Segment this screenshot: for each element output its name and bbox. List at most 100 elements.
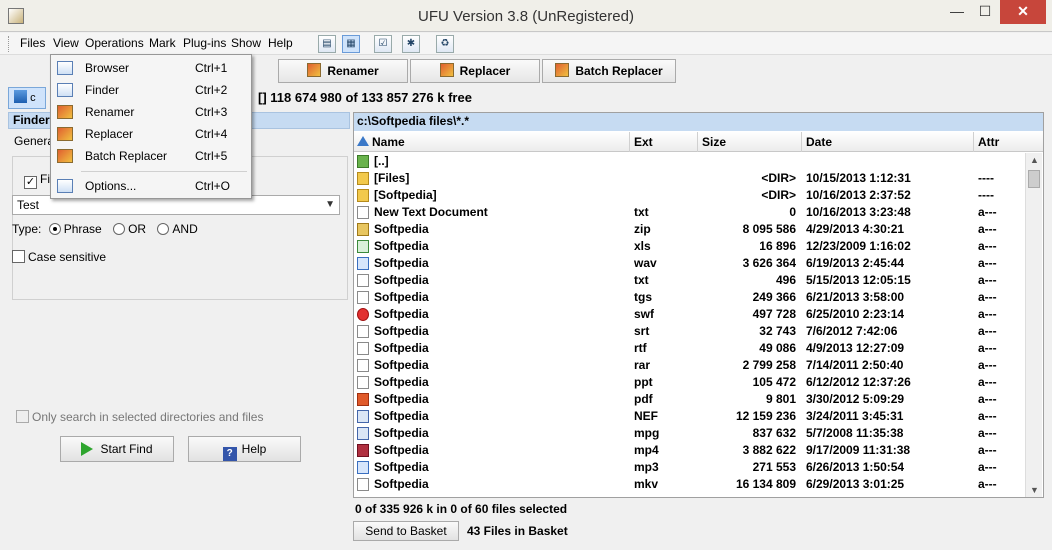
tab-renamer[interactable]: Renamer [278,59,408,83]
only-selected-checkbox[interactable] [16,410,29,423]
menu-item-replacer[interactable]: Replacer Ctrl+4 [51,123,251,145]
table-row[interactable]: Softpedia mkv 16 134 809 6/29/2013 3:01:25 a… [354,476,1024,493]
tab-replacer[interactable]: Replacer [410,59,540,83]
table-row[interactable]: Softpedia rtf 49 086 4/9/2013 12:27:09 a--- [354,340,1024,357]
menu-item-browser[interactable]: Browser Ctrl+1 [51,57,251,79]
file-size: 32 743 [759,324,796,338]
menu-show[interactable]: Show [231,36,261,50]
file-date: 4/9/2013 12:27:09 [806,341,905,355]
file-date: 10/16/2013 2:37:52 [806,188,911,202]
table-row[interactable]: Softpedia xls 16 896 12/23/2009 1:16:02 a--- [354,238,1024,255]
table-row[interactable]: Softpedia NEF 12 159 236 3/24/2011 3:45:31 a… [354,408,1024,425]
minimize-button[interactable]: — [944,0,970,24]
scroll-up-icon[interactable]: ▲ [1026,153,1043,167]
options-icon[interactable]: ☑ [374,35,392,53]
file-size: 12 159 236 [735,409,796,423]
file-size: <DIR> [761,188,796,202]
menu-item-renamer[interactable]: Renamer Ctrl+3 [51,101,251,123]
table-row[interactable]: Softpedia swf 497 728 6/25/2010 2:23:14 a--- [354,306,1024,323]
col-name[interactable]: Name [354,132,630,152]
options-icon [57,179,73,193]
radio-or[interactable] [113,223,126,235]
window-title: UFU Version 3.8 (UnRegistered) [418,8,634,25]
case-sensitive-row[interactable]: Case sensitive [12,250,106,264]
radio-phrase[interactable] [48,223,61,235]
file-size: 271 553 [752,460,796,474]
col-attr[interactable]: Attr [974,132,1043,152]
table-row[interactable]: Softpedia mp3 271 553 6/26/2013 1:50:54 a--- [354,459,1024,476]
col-ext[interactable]: Ext [630,132,698,152]
file-rows: [..] [Files] <DIR> 10/15/2013 1:12:31 ---- [S… [354,153,1024,497]
table-row[interactable]: Softpedia ppt 105 472 6/12/2012 12:37:26 a--… [354,374,1024,391]
table-row[interactable]: [..] [354,153,1024,170]
menu-plugins[interactable]: Plug-ins [183,36,226,50]
file-size: 497 728 [752,307,796,321]
batch-replacer-icon [57,149,73,163]
send-to-basket-button[interactable]: Send to Basket [353,521,459,541]
tab-general[interactable]: Genera [14,134,54,148]
scroll-down-icon[interactable]: ▼ [1026,483,1043,497]
file-size: 105 472 [752,375,796,389]
toolbar-grip[interactable] [8,36,11,52]
file-name: [..] [374,154,389,168]
menu-operations[interactable]: Operations [85,36,144,50]
scroll-thumb[interactable] [1028,170,1040,188]
column-headers: Name Ext Size Date Attr [354,132,1043,152]
file-date: 4/29/2013 4:30:21 [806,222,905,236]
tab-batch-replacer[interactable]: Batch Replacer [542,59,676,83]
basket-icon[interactable]: ♻ [436,35,454,53]
file-date: 12/23/2009 1:16:02 [806,239,911,253]
maximize-button[interactable]: ☐ [972,0,998,24]
menu-separator [81,171,247,172]
file-attr: a--- [978,426,997,440]
menu-item-batch-replacer[interactable]: Batch Replacer Ctrl+5 [51,145,251,167]
batch-replacer-icon [555,63,570,77]
table-row[interactable]: Softpedia tgs 249 366 6/21/2013 3:58:00 a--- [354,289,1024,306]
table-row[interactable]: [Files] <DIR> 10/15/2013 1:12:31 ---- [354,170,1024,187]
chevron-down-icon[interactable]: ▼ [325,196,335,214]
file-list-panel: c:\Softpedia files\*.* Name Ext Size Dat… [353,112,1044,498]
finder-view-icon[interactable]: ▦ [342,35,360,53]
file-attr: a--- [978,358,997,372]
file-date: 6/29/2013 3:01:25 [806,477,905,491]
table-row[interactable]: Softpedia srt 32 743 7/6/2012 7:42:06 a--- [354,323,1024,340]
file-attr: a--- [978,460,997,474]
col-size[interactable]: Size [698,132,802,152]
menu-item-finder[interactable]: Finder Ctrl+2 [51,79,251,101]
table-row[interactable]: Softpedia wav 3 626 364 6/19/2013 2:45:44 a-… [354,255,1024,272]
table-row[interactable]: Softpedia zip 8 095 586 4/29/2013 4:30:21 a-… [354,221,1024,238]
menu-view[interactable]: View [53,36,79,50]
table-row[interactable]: Softpedia txt 496 5/15/2013 12:05:15 a--- [354,272,1024,289]
close-button[interactable]: ✕ [1000,0,1046,24]
file-date: 6/21/2013 3:58:00 [806,290,905,304]
table-row[interactable]: Softpedia mpg 837 632 5/7/2008 11:35:38 a--- [354,425,1024,442]
table-row[interactable]: Softpedia rar 2 799 258 7/14/2011 2:50:40 a-… [354,357,1024,374]
start-find-button[interactable]: Start Find [60,436,174,462]
file-size: 8 095 586 [742,222,796,236]
menu-mark[interactable]: Mark [149,36,176,50]
menu-item-options[interactable]: Options... Ctrl+O [51,175,251,197]
find-checkbox[interactable]: ✓ [24,176,37,189]
table-row[interactable]: Softpedia pdf 9 801 3/30/2012 5:09:29 a--- [354,391,1024,408]
file-size: 837 632 [752,426,796,440]
menu-help[interactable]: Help [268,36,293,50]
col-date[interactable]: Date [802,132,974,152]
menu-files[interactable]: Files [20,36,45,50]
file-attr: a--- [978,256,997,270]
file-date: 10/16/2013 3:23:48 [806,205,911,219]
help-button[interactable]: ? Help [188,436,301,462]
table-row[interactable]: Softpedia mp4 3 882 622 9/17/2009 11:31:38 a… [354,442,1024,459]
info-icon[interactable]: ✱ [402,35,420,53]
file-size: 3 626 364 [742,256,796,270]
only-selected-row[interactable]: Only search in selected directories and … [16,410,263,424]
browser-view-icon[interactable]: ▤ [318,35,336,53]
file-date: 6/19/2013 2:45:44 [806,256,905,270]
menu-bar: Files View Operations Mark Plug-ins Show… [0,33,1052,55]
table-row[interactable]: [Softpedia] <DIR> 10/16/2013 2:37:52 ---- [354,187,1024,204]
vertical-scrollbar[interactable]: ▲ ▼ [1025,153,1042,497]
case-sensitive-checkbox[interactable] [12,250,25,263]
radio-and[interactable] [157,223,170,235]
drive-c-button[interactable]: c [8,87,46,109]
file-date: 7/14/2011 2:50:40 [806,358,904,372]
table-row[interactable]: New Text Document txt 0 10/16/2013 3:23:48 a… [354,204,1024,221]
